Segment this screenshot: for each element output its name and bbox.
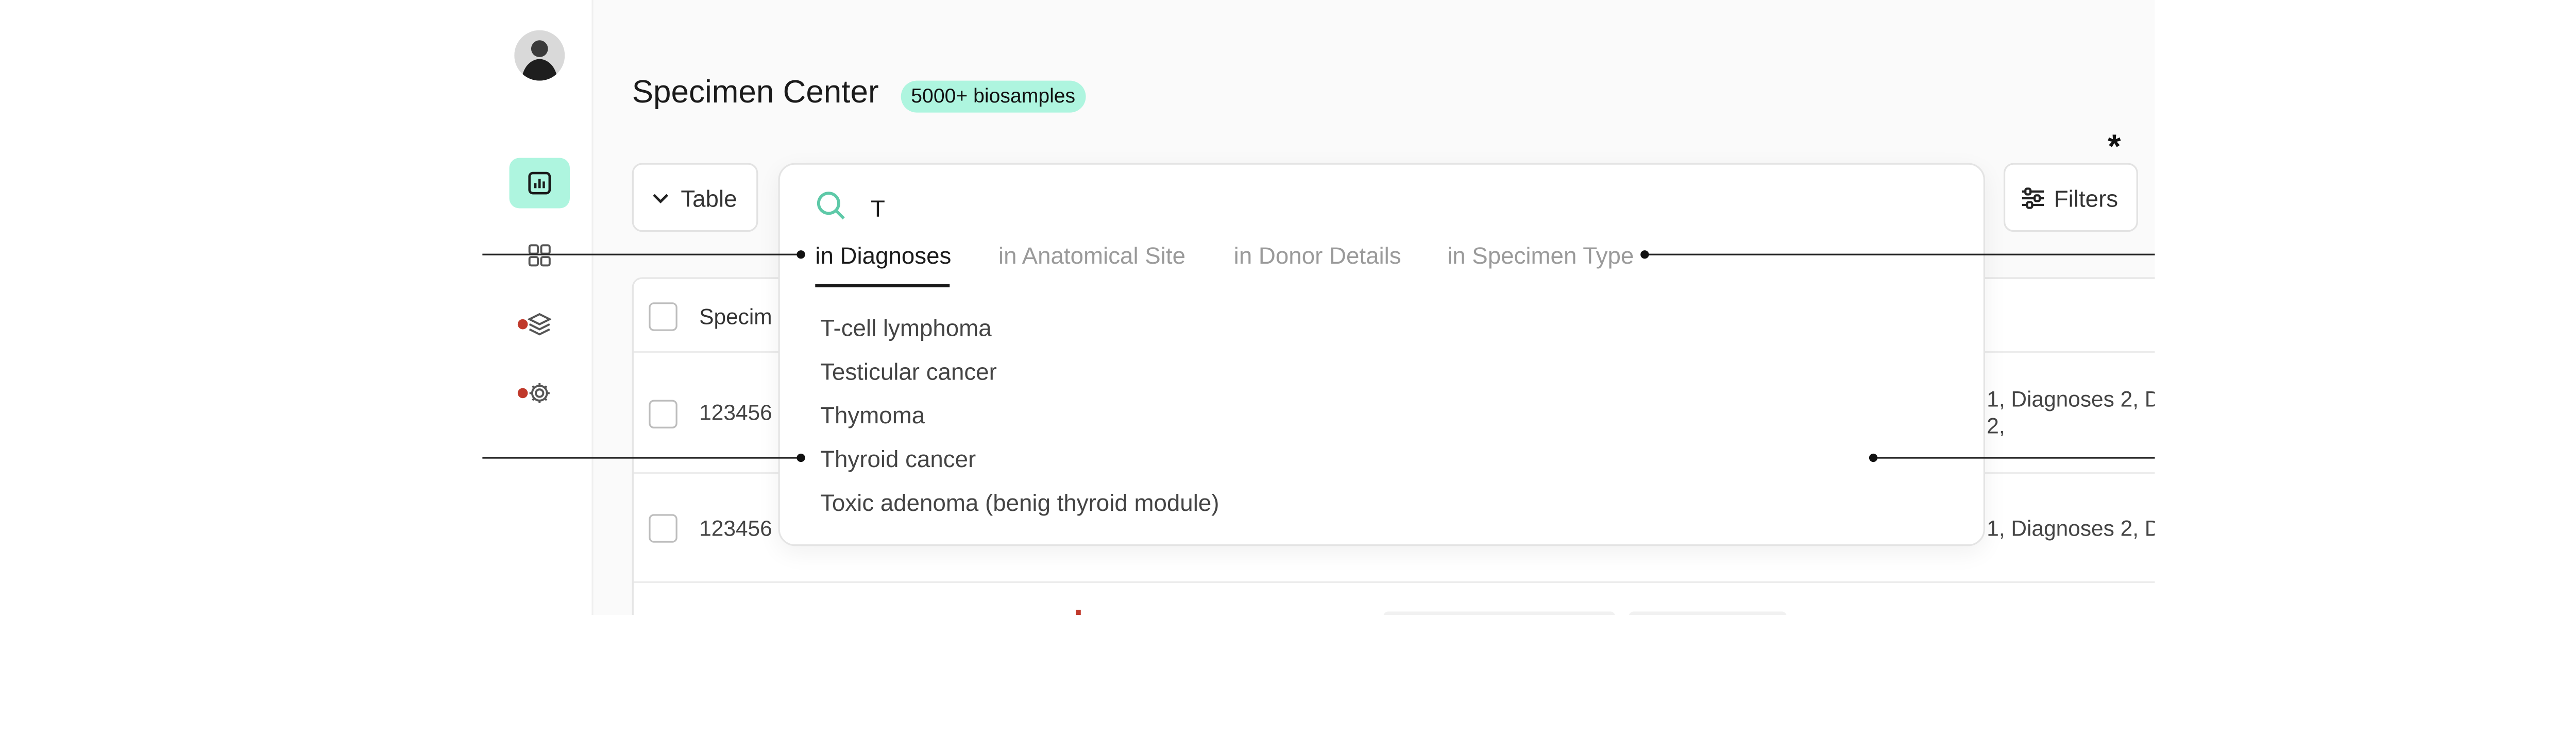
callout-line <box>482 253 802 255</box>
table-cell-diagnoses: 1, Diagnoses 2, D <box>1987 515 2155 541</box>
tab-anatomical-site[interactable]: in Anatomical Site <box>998 242 1185 269</box>
table-header-specimen: Specim <box>699 304 772 330</box>
gear-icon <box>529 383 550 404</box>
tab-diagnoses[interactable]: in Diagnoses <box>815 242 951 269</box>
result-item[interactable]: T-cell lymphoma <box>820 314 992 341</box>
select-all-checkbox[interactable] <box>649 302 677 331</box>
view-toggle-button[interactable]: Table <box>632 163 758 232</box>
count-badge: 5000+ biosamples <box>901 80 1086 113</box>
result-item[interactable]: Toxic adenoma (benig thyroid module) <box>820 489 1219 515</box>
layers-icon <box>528 313 552 336</box>
result-item[interactable]: Testicular cancer <box>820 358 997 385</box>
view-toggle-label: Table <box>681 184 737 211</box>
search-input[interactable]: T <box>871 195 885 221</box>
table-cell-diagnoses: 1, Diagnoses 2, D <box>1987 386 2155 412</box>
filters-label: Filters <box>2054 184 2119 211</box>
sidebar <box>484 0 594 615</box>
analytics-icon <box>528 171 551 195</box>
sidebar-item-layers[interactable] <box>510 299 570 350</box>
chevron-down-icon <box>653 193 668 203</box>
callout-line <box>1645 253 2155 255</box>
annotation-marker: * <box>2108 129 2121 166</box>
sidebar-item-analytics[interactable] <box>509 158 570 209</box>
result-item[interactable]: Thymoma <box>820 402 925 428</box>
page-title: Specimen Center <box>632 75 879 111</box>
divider <box>633 581 2155 583</box>
row-checkbox[interactable] <box>649 514 677 543</box>
sidebar-item-settings[interactable] <box>510 368 570 418</box>
table-cell-pill <box>1383 611 1616 615</box>
table-cell-pill <box>1629 611 1787 615</box>
table-cell-id: 123456 <box>699 400 772 425</box>
callout-line <box>1872 457 2155 459</box>
avatar[interactable] <box>514 30 565 81</box>
table-cell-diagnoses-cont: 2, <box>1987 413 2005 439</box>
tab-donor-details[interactable]: in Donor Details <box>1234 242 1401 269</box>
search-dropdown: T in Diagnoses in Anatomical Site in Don… <box>778 163 1986 546</box>
status-dot <box>517 319 528 330</box>
filters-button[interactable]: Filters <box>2003 163 2138 232</box>
sliders-icon <box>2022 186 2044 209</box>
active-tab-indicator <box>815 284 950 287</box>
search-icon <box>815 190 847 230</box>
table-cell-id: 123456 <box>699 515 772 541</box>
status-marker <box>1076 610 1081 615</box>
tab-specimen-type[interactable]: in Specimen Type <box>1447 242 1634 269</box>
callout-line <box>482 457 802 459</box>
status-dot <box>517 388 528 399</box>
result-item[interactable]: Thyroid cancer <box>820 445 976 472</box>
row-checkbox[interactable] <box>649 400 677 428</box>
canvas: Specimen Center 5000+ biosamples Table F… <box>0 0 2576 740</box>
